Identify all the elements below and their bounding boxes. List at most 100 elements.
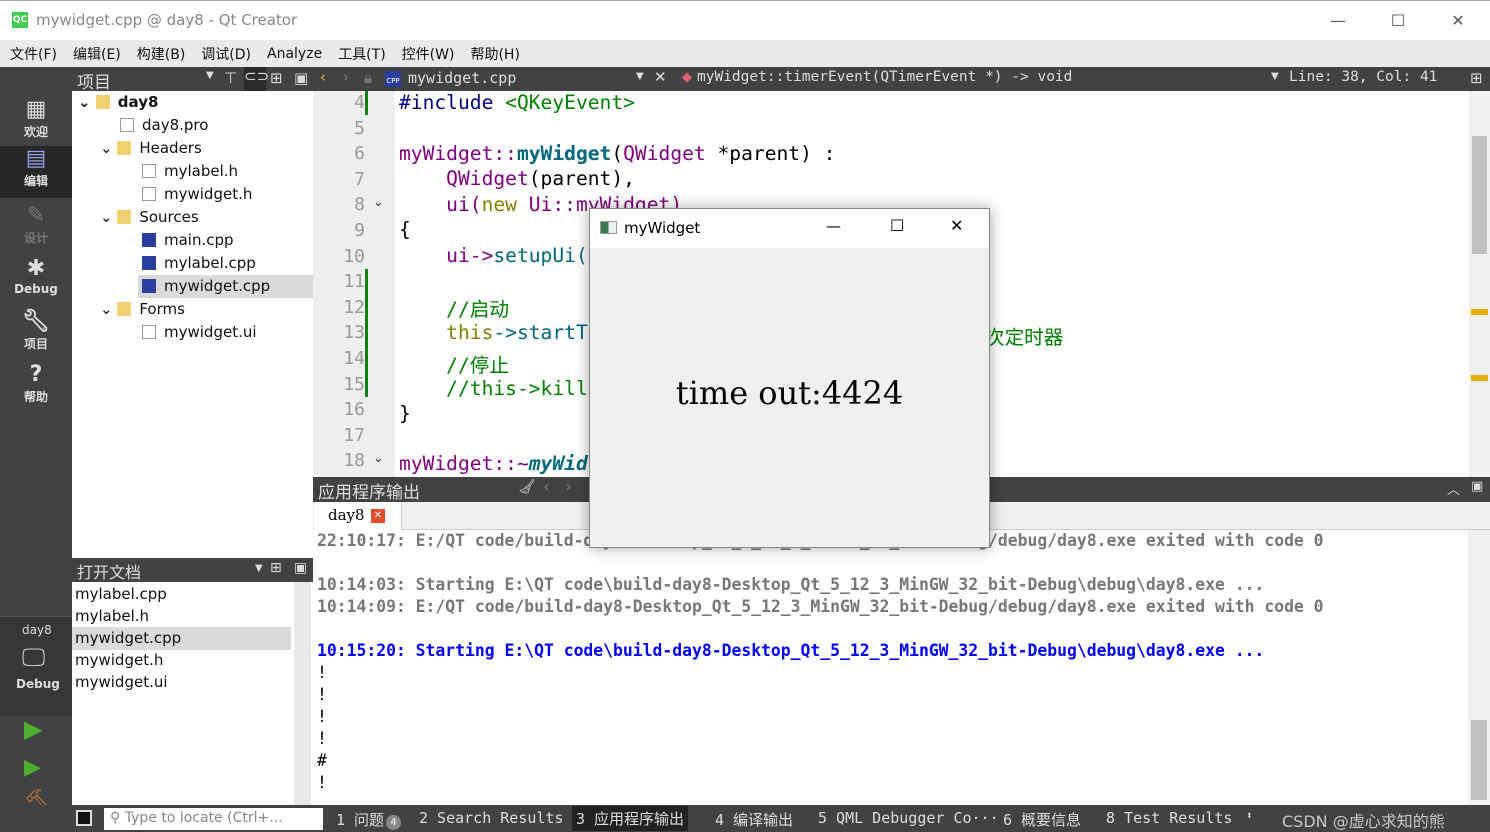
run-icon[interactable]: ▶: [24, 715, 42, 743]
more-tabs-icon[interactable]: ⬍: [1246, 809, 1253, 822]
locator-input[interactable]: ⚲ Type to locate (Ctrl+...: [104, 808, 323, 830]
toggle-sidebar-icon[interactable]: [76, 810, 92, 826]
tree-label: Headers: [139, 139, 202, 157]
prev-icon[interactable]: ‹: [543, 477, 550, 497]
menu-bar: 文件(F) 编辑(E) 构建(B) 调试(D) Analyze 工具(T) 控件…: [0, 40, 1490, 67]
line-number: 15: [343, 373, 365, 395]
open-doc-item[interactable]: mywidget.h: [75, 649, 163, 672]
status-tab-issues[interactable]: 1 问题 4: [336, 809, 402, 830]
status-tab-app-output[interactable]: 3 应用程序输出: [572, 806, 689, 831]
back-icon[interactable]: ‹: [320, 68, 326, 86]
open-documents-title: 打开文档: [77, 563, 142, 582]
project-view-label[interactable]: 项目: [77, 68, 111, 93]
menu-analyze[interactable]: Analyze: [267, 46, 322, 62]
open-doc-item[interactable]: mylabel.h: [75, 605, 149, 628]
tree-item-day8[interactable]: ⌄ day8: [78, 91, 158, 114]
cursor-position[interactable]: Line: 38, Col: 41: [1289, 69, 1437, 85]
scrollbar-thumb[interactable]: [1471, 720, 1487, 800]
menu-widgets[interactable]: 控件(W): [402, 44, 455, 64]
split-editor-icon[interactable]: ⊞: [1470, 69, 1483, 87]
filter-icon[interactable]: ⊤: [224, 69, 237, 87]
fold-icon[interactable]: ⌄: [373, 195, 384, 210]
tree-item-main-cpp[interactable]: main.cpp: [142, 229, 234, 252]
current-file[interactable]: mywidget.cpp: [408, 69, 516, 87]
mode-design[interactable]: ✎ 设计: [0, 203, 72, 255]
clear-output-icon[interactable]: 🧹︎: [518, 479, 536, 495]
tree-item-mywidget-cpp[interactable]: mywidget.cpp: [138, 275, 313, 298]
function-selector[interactable]: myWidget::timerEvent(QTimerEvent *) -> v…: [697, 69, 1072, 85]
close-file-icon[interactable]: ✕: [654, 68, 667, 86]
timer-label: time out:4424: [675, 374, 904, 412]
link-icon[interactable]: ⊂⊃: [244, 67, 269, 91]
cpp-file-icon: [142, 256, 156, 270]
code-token: myWid: [528, 452, 588, 475]
line-number: 18: [343, 450, 365, 472]
mode-label: Debug: [14, 282, 58, 296]
dialog-close-button[interactable]: ✕: [950, 216, 963, 235]
tree-item-headers[interactable]: ⌄ Headers: [100, 137, 202, 160]
maximize-pane-icon[interactable]: ︿: [1447, 479, 1460, 498]
output-line: !: [317, 773, 327, 792]
status-tab-qml-debugger[interactable]: 5 QML Debugger Co···: [818, 809, 999, 827]
mode-edit[interactable]: ▤ 编辑: [0, 146, 72, 198]
status-tab-test-results[interactable]: 8 Test Results: [1106, 809, 1232, 827]
menu-file[interactable]: 文件(F): [10, 44, 57, 64]
stop-icon[interactable]: ✕: [371, 509, 385, 523]
debug-run-icon[interactable]: ▶: [24, 755, 41, 780]
close-pane-icon[interactable]: ▣: [294, 69, 308, 87]
menu-tools[interactable]: 工具(T): [338, 44, 385, 64]
split-icon[interactable]: ⊞: [270, 560, 282, 576]
code-comment: 次定时器: [985, 326, 1064, 349]
tree-item-forms[interactable]: ⌄ Forms: [100, 298, 185, 321]
tree-item-mywidget-ui[interactable]: mywidget.ui: [142, 321, 257, 344]
open-doc-item[interactable]: mylabel.cpp: [75, 583, 167, 606]
forward-icon[interactable]: ›: [343, 68, 349, 86]
close-pane-icon[interactable]: ▣: [294, 560, 307, 576]
status-tab-search[interactable]: 2 Search Results: [419, 809, 564, 827]
header-file-icon: [142, 164, 156, 178]
line-number: 6: [354, 143, 365, 165]
dropdown-arrow-icon[interactable]: ▼: [255, 563, 263, 574]
minimize-button[interactable]: —: [1318, 7, 1358, 35]
tree-item-pro[interactable]: day8.pro: [120, 114, 208, 137]
tree-item-mywidget-h[interactable]: mywidget.h: [142, 183, 252, 206]
cpp-file-icon: [142, 233, 156, 247]
dialog-maximize-button[interactable]: ☐: [890, 216, 904, 235]
function-dropdown-icon[interactable]: ▼: [1271, 71, 1279, 82]
editor-scrollbar[interactable]: [1469, 91, 1490, 477]
tree-label: mywidget.ui: [164, 323, 257, 341]
menu-help[interactable]: 帮助(H): [470, 44, 519, 64]
close-button[interactable]: ✕: [1438, 7, 1478, 35]
status-tab-compile-output[interactable]: 4 编译输出: [715, 809, 793, 830]
mode-welcome[interactable]: ▦ 欢迎: [0, 97, 72, 149]
close-pane-icon[interactable]: ▣: [1471, 479, 1483, 494]
menu-build[interactable]: 构建(B): [137, 44, 186, 64]
menu-edit[interactable]: 编辑(E): [73, 44, 121, 64]
output-tab-day8[interactable]: day8 ✕: [314, 502, 402, 530]
tree-label: day8.pro: [142, 116, 209, 134]
code-comment: //this->kill: [399, 377, 588, 400]
scrollbar[interactable]: [294, 582, 311, 805]
tree-item-mylabel-cpp[interactable]: mylabel.cpp: [142, 252, 256, 275]
tree-item-sources[interactable]: ⌄ Sources: [100, 206, 199, 229]
fold-icon[interactable]: ⌄: [373, 451, 384, 466]
tree-item-mylabel-h[interactable]: mylabel.h: [142, 160, 238, 183]
menu-debug[interactable]: 调试(D): [201, 44, 251, 64]
mywidget-window: myWidget — ☐ ✕ time out:4424: [589, 208, 990, 548]
output-scrollbar[interactable]: [1468, 530, 1490, 805]
mode-help[interactable]: ? 帮助: [0, 362, 72, 414]
dialog-minimize-button[interactable]: —: [826, 217, 841, 235]
maximize-button[interactable]: ☐: [1378, 7, 1418, 35]
cpp-file-icon: CPP: [385, 71, 401, 87]
split-icon[interactable]: ⊞: [270, 69, 283, 87]
open-doc-item[interactable]: mywidget.cpp: [72, 627, 291, 650]
mode-debug[interactable]: ✱ Debug: [0, 256, 72, 308]
open-doc-item[interactable]: mywidget.ui: [75, 671, 168, 694]
status-tab-general-messages[interactable]: 6 概要信息: [1003, 809, 1081, 830]
scrollbar-thumb[interactable]: [1472, 136, 1487, 254]
kit-selector[interactable]: day8 🖵︎ Debug: [0, 616, 72, 716]
file-dropdown-icon[interactable]: ▼: [636, 71, 644, 82]
dropdown-arrow-icon[interactable]: ▼: [206, 70, 214, 81]
next-icon[interactable]: ›: [565, 477, 572, 497]
mode-projects[interactable]: 🔧︎ 项目: [0, 309, 72, 361]
